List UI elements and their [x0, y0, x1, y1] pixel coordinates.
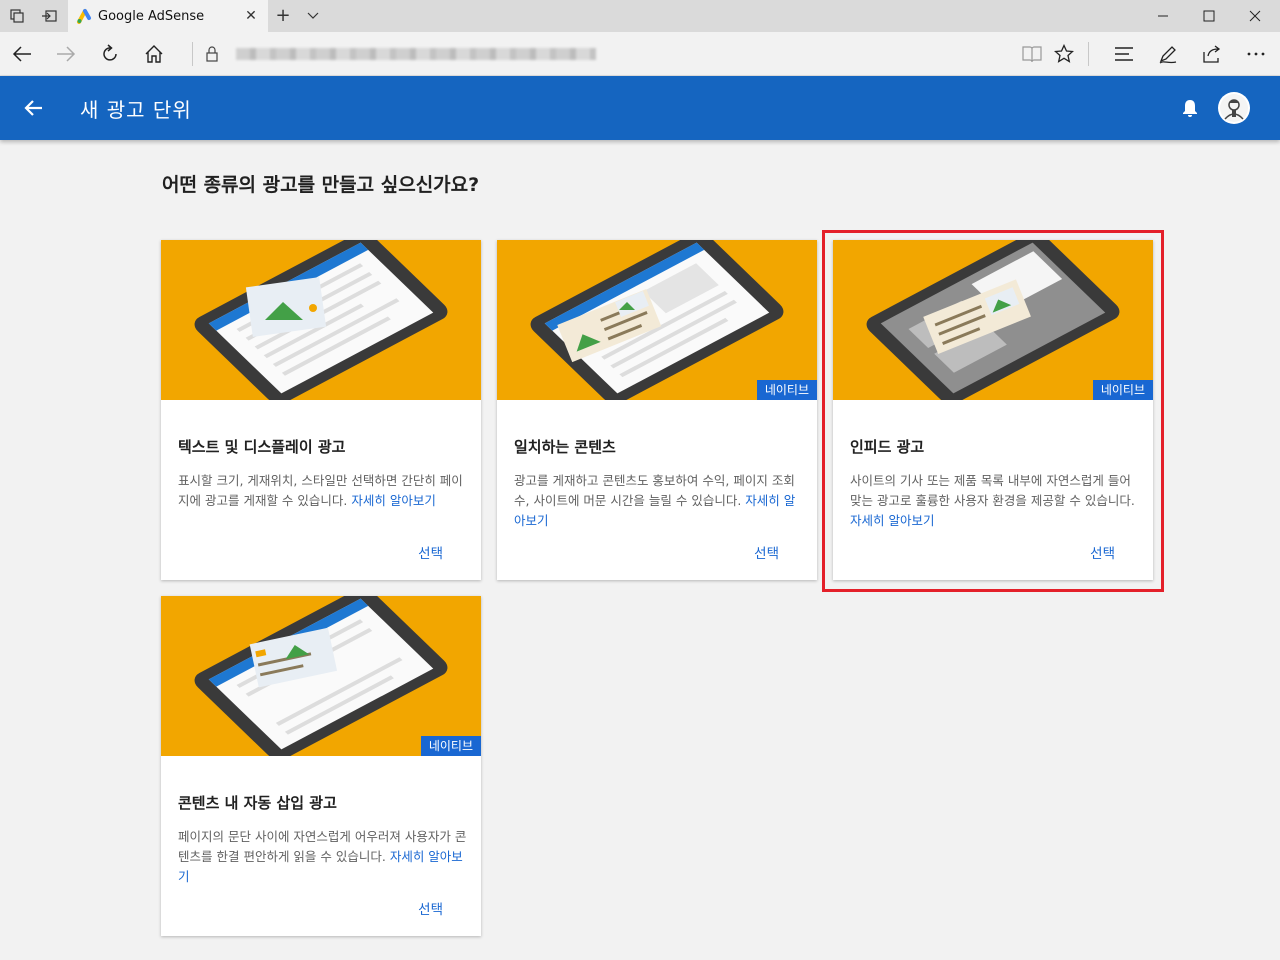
maximize-icon[interactable]	[1186, 0, 1232, 32]
minimize-icon[interactable]	[1140, 0, 1186, 32]
set-aside-tabs-icon[interactable]	[38, 6, 60, 26]
ad-card-text-display[interactable]: 텍스트 및 디스플레이 광고 표시할 크기, 게재위치, 스타일만 선택하면 간…	[161, 240, 481, 580]
app-header: 새 광고 단위	[0, 76, 1280, 140]
address-url-blurred[interactable]	[236, 48, 596, 60]
more-options-icon[interactable]	[1240, 38, 1272, 70]
tab-actions-icon[interactable]	[6, 6, 28, 26]
native-badge: 네이티브	[756, 380, 817, 400]
address-separator	[192, 42, 193, 66]
adsense-favicon-icon	[76, 8, 92, 24]
new-tab-icon[interactable]: +	[272, 4, 294, 28]
card-title: 일치하는 콘텐츠	[514, 438, 616, 456]
refresh-icon[interactable]	[94, 38, 126, 70]
card-title: 콘텐츠 내 자동 삽입 광고	[178, 794, 337, 812]
app-back-arrow-icon[interactable]	[18, 92, 50, 124]
window-close-icon[interactable]	[1232, 0, 1278, 32]
account-avatar[interactable]	[1218, 92, 1250, 124]
phone-illustration: 네이티브	[497, 240, 817, 400]
select-button[interactable]: 선택	[418, 898, 443, 918]
reading-view-icon[interactable]	[1016, 38, 1048, 70]
highlight-box	[822, 230, 1164, 592]
tab-list-chevron-icon[interactable]	[302, 4, 324, 28]
phone-illustration: 네이티브	[161, 596, 481, 756]
notification-bell-icon[interactable]	[1176, 94, 1204, 122]
card-title: 텍스트 및 디스플레이 광고	[178, 438, 346, 456]
phone-illustration	[161, 240, 481, 400]
card-description: 페이지의 문단 사이에 자연스럽게 어우러져 사용자가 콘텐츠를 한결 편안하게…	[178, 827, 468, 887]
card-description: 표시할 크기, 게재위치, 스타일만 선택하면 간단히 페이지에 광고를 게재할…	[178, 471, 468, 511]
tab-close-icon[interactable]: ✕	[240, 8, 262, 24]
forward-icon[interactable]	[50, 38, 82, 70]
ad-type-question: 어떤 종류의 광고를 만들고 싶으신가요?	[162, 174, 480, 196]
browser-tab-bar: Google AdSense ✕ +	[0, 0, 1280, 32]
lock-icon[interactable]	[204, 44, 220, 64]
tab-title: Google AdSense	[98, 8, 205, 24]
favorite-star-icon[interactable]	[1048, 38, 1080, 70]
browser-tab[interactable]: Google AdSense ✕	[68, 0, 268, 32]
learn-more-link[interactable]: 자세히 알아보기	[351, 493, 435, 508]
card-description: 광고를 게재하고 콘텐츠도 홍보하여 수익, 페이지 조회수, 사이트에 머문 …	[514, 471, 804, 531]
hub-icon[interactable]	[1108, 38, 1140, 70]
select-button[interactable]: 선택	[754, 542, 779, 562]
select-button[interactable]: 선택	[418, 542, 443, 562]
ad-card-matched-content[interactable]: 네이티브 일치하는 콘텐츠 광고를 게재하고 콘텐츠도 홍보하여 수익, 페이지…	[497, 240, 817, 580]
home-icon[interactable]	[138, 38, 170, 70]
browser-nav-bar	[0, 32, 1280, 76]
ad-card-in-article[interactable]: 네이티브 콘텐츠 내 자동 삽입 광고 페이지의 문단 사이에 자연스럽게 어우…	[161, 596, 481, 936]
back-icon[interactable]	[6, 38, 38, 70]
native-badge: 네이티브	[420, 736, 481, 756]
share-icon[interactable]	[1196, 38, 1228, 70]
toolbar-separator	[1088, 42, 1089, 66]
web-note-icon[interactable]	[1152, 38, 1184, 70]
page-title: 새 광고 단위	[80, 98, 192, 122]
